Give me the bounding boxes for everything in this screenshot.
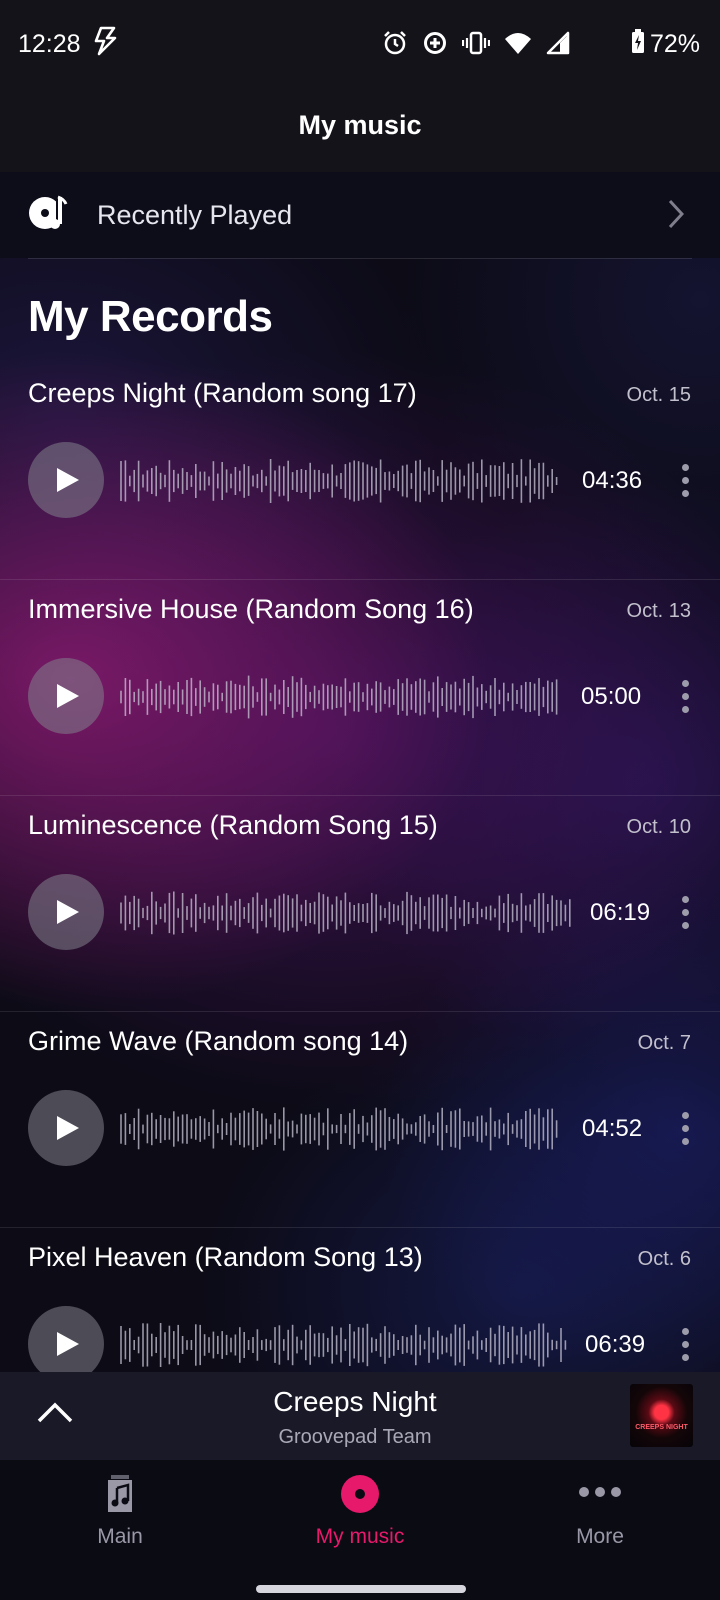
nav-label-more: More bbox=[576, 1525, 624, 1548]
bottom-nav: Main My music More bbox=[0, 1460, 720, 1600]
waveform[interactable] bbox=[120, 1104, 560, 1154]
divider bbox=[0, 1011, 720, 1012]
alarm-icon bbox=[382, 30, 408, 61]
mini-player-title: Creeps Night bbox=[273, 1386, 437, 1417]
record-title: Luminescence (Random Song 15) bbox=[28, 810, 438, 840]
waveform[interactable] bbox=[120, 672, 560, 722]
record-duration: 04:36 bbox=[582, 467, 643, 494]
more-options-icon[interactable] bbox=[682, 896, 689, 929]
battery-charging-icon bbox=[630, 28, 646, 61]
more-options-icon[interactable] bbox=[682, 680, 689, 713]
status-bar: 12:28 72% bbox=[0, 0, 720, 88]
record-title: Creeps Night (Random song 17) bbox=[28, 378, 417, 408]
more-options-icon[interactable] bbox=[682, 464, 689, 497]
more-options-icon[interactable] bbox=[682, 1112, 689, 1145]
nav-item-more[interactable]: More bbox=[510, 1474, 690, 1549]
record-item: Grime Wave (Random song 14) Oct. 7 04:52 bbox=[0, 1018, 720, 1234]
album-art-text: CREEPS NIGHT bbox=[635, 1424, 688, 1431]
chevron-right-icon bbox=[668, 199, 685, 234]
record-title: Grime Wave (Random song 14) bbox=[28, 1026, 409, 1056]
recently-played-label: Recently Played bbox=[97, 200, 293, 230]
play-button[interactable] bbox=[28, 874, 104, 950]
record-date: Oct. 6 bbox=[637, 1248, 691, 1270]
record-item: Luminescence (Random Song 15) Oct. 10 06… bbox=[0, 802, 720, 1018]
divider bbox=[0, 1227, 720, 1228]
play-button[interactable] bbox=[28, 1306, 104, 1382]
section-title: My Records bbox=[28, 292, 273, 341]
record-date: Oct. 7 bbox=[637, 1032, 691, 1054]
recently-played-row[interactable]: Recently Played bbox=[0, 172, 720, 258]
record-title: Pixel Heaven (Random Song 13) bbox=[28, 1242, 423, 1272]
record-date: Oct. 10 bbox=[626, 816, 691, 838]
waveform[interactable] bbox=[120, 1320, 568, 1370]
divider bbox=[0, 579, 720, 580]
vibrate-icon bbox=[461, 30, 491, 61]
data-saver-icon bbox=[422, 30, 448, 61]
record-duration: 06:19 bbox=[590, 899, 651, 926]
flash-icon bbox=[92, 26, 118, 61]
record-item: Immersive House (Random Song 16) Oct. 13… bbox=[0, 586, 720, 802]
music-note-disc-icon bbox=[28, 194, 68, 237]
mini-player-artist: Groovepad Team bbox=[278, 1426, 432, 1448]
record-title: Immersive House (Random Song 16) bbox=[28, 594, 474, 624]
home-indicator[interactable] bbox=[256, 1585, 466, 1593]
music-file-icon bbox=[102, 1475, 138, 1518]
waveform[interactable] bbox=[120, 456, 560, 506]
page-title: My music bbox=[298, 110, 422, 140]
record-date: Oct. 13 bbox=[626, 600, 691, 622]
divider bbox=[0, 795, 720, 796]
mini-player[interactable]: Creeps Night Groovepad Team CREEPS NIGHT bbox=[0, 1372, 720, 1460]
play-button[interactable] bbox=[28, 442, 104, 518]
signal-icon bbox=[546, 31, 570, 60]
play-button[interactable] bbox=[28, 1090, 104, 1166]
album-art[interactable]: CREEPS NIGHT bbox=[630, 1384, 693, 1447]
record-disc-icon bbox=[340, 1475, 380, 1518]
nav-item-my-music[interactable]: My music bbox=[270, 1474, 450, 1549]
record-duration: 04:52 bbox=[582, 1115, 643, 1142]
nav-label-main: Main bbox=[97, 1525, 143, 1548]
more-options-icon[interactable] bbox=[682, 1328, 689, 1361]
nav-label-my-music: My music bbox=[315, 1525, 405, 1548]
divider bbox=[28, 258, 692, 259]
more-dots-icon bbox=[578, 1487, 622, 1518]
record-duration: 05:00 bbox=[581, 683, 642, 710]
play-button[interactable] bbox=[28, 658, 104, 734]
nav-item-main[interactable]: Main bbox=[30, 1474, 210, 1549]
status-time: 12:28 bbox=[18, 30, 81, 58]
record-duration: 06:39 bbox=[585, 1331, 646, 1358]
record-date: Oct. 15 bbox=[626, 384, 691, 406]
waveform[interactable] bbox=[120, 888, 572, 938]
wifi-icon bbox=[504, 31, 532, 60]
record-item: Creeps Night (Random song 17) Oct. 15 04… bbox=[0, 370, 720, 586]
battery-level: 72% bbox=[649, 30, 700, 58]
app-header: My music bbox=[0, 88, 720, 172]
